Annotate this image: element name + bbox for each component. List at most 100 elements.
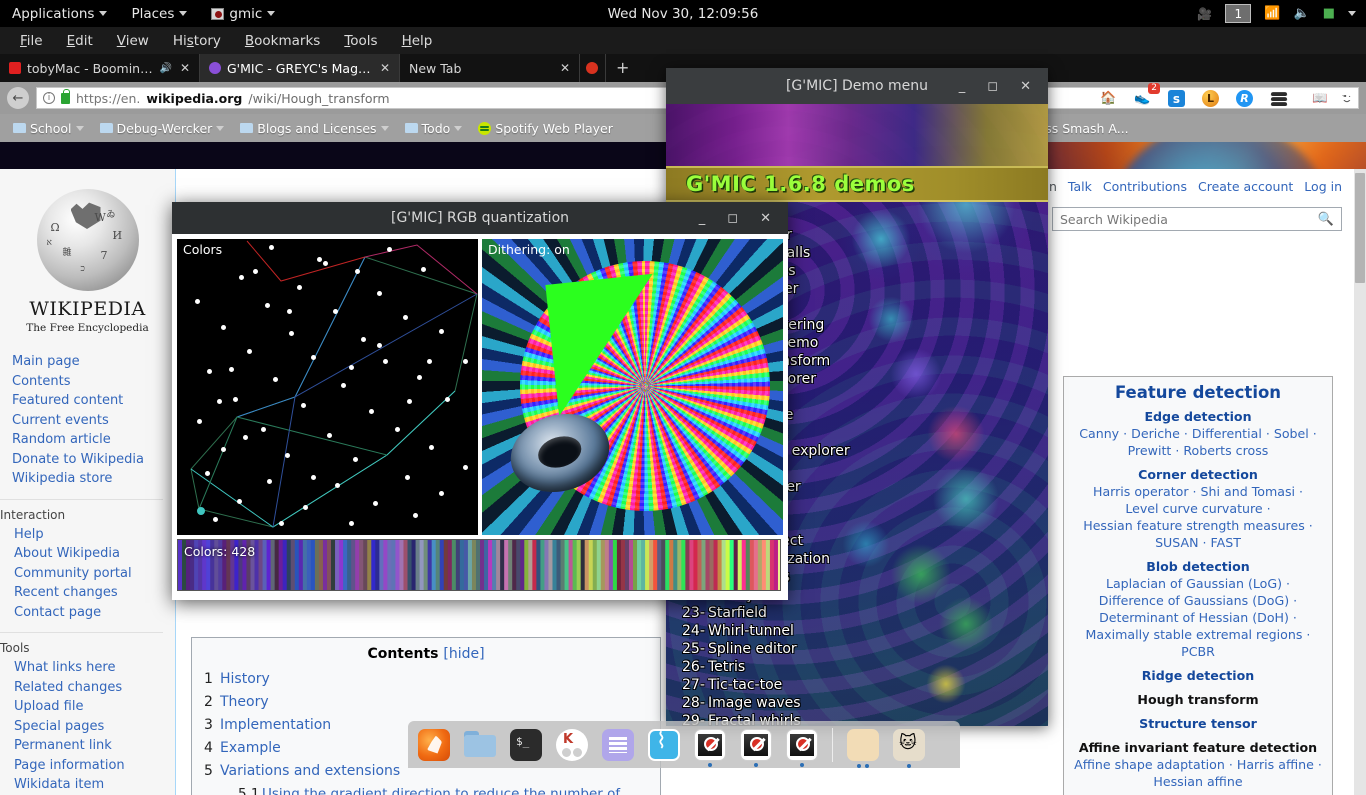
manila-folder-icon[interactable] xyxy=(847,728,879,768)
blocked-window-icon-1[interactable] xyxy=(694,728,726,767)
bookmark-school[interactable]: School xyxy=(6,118,91,139)
sidebar-item-page-information[interactable]: Page information xyxy=(14,756,175,776)
info-icon[interactable]: i xyxy=(43,92,55,104)
tab-close-icon[interactable]: ✕ xyxy=(178,61,190,75)
infobox-heading-blob-detection[interactable]: Blob detection xyxy=(1072,558,1324,575)
gmic-demo-item[interactable]: 28- Image waves xyxy=(682,694,1042,712)
sidebar-item-random-article[interactable]: Random article xyxy=(12,430,175,450)
toc-label[interactable]: History xyxy=(220,671,270,687)
firefox-icon[interactable] xyxy=(418,728,450,761)
gimp-icon[interactable] xyxy=(893,728,925,768)
speaker-icon[interactable]: 🔊 xyxy=(159,63,171,74)
search-icon[interactable]: 🔍 xyxy=(1318,212,1334,227)
infobox-row[interactable]: Harris operator · Shi and Tomasi · xyxy=(1072,483,1324,500)
grammarly-icon[interactable]: R xyxy=(1235,89,1254,108)
blocked-window-icon-3[interactable] xyxy=(786,728,818,767)
sidebar-item-about-wikipedia[interactable]: About Wikipedia xyxy=(14,544,175,564)
userbar-log-in[interactable]: Log in xyxy=(1304,179,1342,194)
sidebar-item-wikidata-item[interactable]: Wikidata item xyxy=(14,775,175,795)
krita-icon[interactable] xyxy=(556,728,588,761)
infobox-row[interactable]: Affine shape adaptation · Harris affine … xyxy=(1072,756,1324,773)
toc-label[interactable]: Theory xyxy=(220,694,269,710)
toc-hide-link[interactable]: [hide] xyxy=(443,646,484,662)
maximize-button[interactable]: ◻ xyxy=(987,79,998,94)
terminal-icon[interactable] xyxy=(510,728,542,761)
tab-close-icon[interactable]: ✕ xyxy=(378,61,390,75)
gmic-rgb-quantization-window[interactable]: [G'MIC] RGB quantization _ ◻ ✕ Colors Di… xyxy=(172,202,788,600)
video-camera-icon[interactable]: 🎥 xyxy=(1197,7,1212,21)
gmic-demo-item[interactable]: 24- Whirl-tunnel xyxy=(682,622,1042,640)
places-menu[interactable]: Places xyxy=(119,0,199,27)
menu-help[interactable]: Help xyxy=(390,29,445,53)
toc-label[interactable]: Implementation xyxy=(220,717,331,733)
search-input[interactable]: Search Wikipedia 🔍 xyxy=(1052,207,1342,231)
infobox-row[interactable]: Canny · Deriche · Differential · Sobel · xyxy=(1072,425,1324,442)
sidebar-item-what-links-here[interactable]: What links here xyxy=(14,658,175,678)
system-monitor-icon[interactable] xyxy=(648,728,680,761)
text-editor-icon[interactable] xyxy=(602,728,634,761)
menu-history[interactable]: History xyxy=(161,29,233,53)
sidebar-item-upload-file[interactable]: Upload file xyxy=(14,697,175,717)
menu-bookmarks[interactable]: Bookmarks xyxy=(233,29,332,53)
battery-icon[interactable]: ■ xyxy=(1323,6,1335,21)
wikipedia-logo[interactable]: Ω W И ゐ 雜 7 א כ WIKIPEDIA The Free Encyc… xyxy=(0,189,175,334)
colors-scatter-panel[interactable]: Colors xyxy=(177,239,478,535)
menu-view[interactable]: View xyxy=(105,29,161,53)
minimize-button[interactable]: _ xyxy=(699,211,706,226)
sidebar-item-donate[interactable]: Donate to Wikipedia xyxy=(12,450,175,470)
menu-tools[interactable]: Tools xyxy=(332,29,389,53)
pocket-icon[interactable] xyxy=(1269,89,1288,108)
chevron-down-icon[interactable] xyxy=(1348,11,1356,16)
toc-item[interactable]: 2 Theory xyxy=(204,691,648,714)
sidebar-item-help[interactable]: Help xyxy=(14,525,175,545)
sidebar-item-contents[interactable]: Contents xyxy=(12,372,175,392)
infobox-row[interactable]: Maximally stable extremal regions · PCBR xyxy=(1072,626,1324,660)
new-tab-button[interactable]: + xyxy=(606,54,639,82)
extension-icon[interactable]: 👟 2 xyxy=(1133,83,1160,108)
toc-label[interactable]: Using the gradient direction to reduce t… xyxy=(238,786,620,795)
gmic-demo-titlebar[interactable]: [G'MIC] Demo menu _ ◻ ✕ xyxy=(666,68,1048,104)
infobox-row[interactable]: Level curve curvature · xyxy=(1072,500,1324,517)
blocked-window-icon-2[interactable] xyxy=(740,728,772,767)
userbar-talk[interactable]: Talk xyxy=(1068,179,1092,194)
back-icon[interactable]: ← xyxy=(7,87,29,109)
sidebar-item-main-page[interactable]: Main page xyxy=(12,352,175,372)
applications-menu[interactable]: Applications xyxy=(0,0,119,27)
sidebar-item-permanent-link[interactable]: Permanent link xyxy=(14,736,175,756)
infobox-heading-edge-detection[interactable]: Edge detection xyxy=(1072,408,1324,425)
infobox-row[interactable]: Laplacian of Gaussian (LoG) · xyxy=(1072,575,1324,592)
gmic-demo-item[interactable]: 25- Spline editor xyxy=(682,640,1042,658)
infobox-row[interactable]: Hessian feature strength measures · xyxy=(1072,517,1324,534)
minimize-button[interactable]: _ xyxy=(959,79,966,94)
volume-icon[interactable]: 🔈 xyxy=(1294,6,1310,21)
infobox-heading-ridge-detection[interactable]: Ridge detection xyxy=(1072,667,1324,684)
infobox-row[interactable]: SUSAN · FAST xyxy=(1072,534,1324,551)
files-icon[interactable] xyxy=(464,729,496,761)
gmic-demo-item[interactable]: 26- Tetris xyxy=(682,658,1042,676)
downloads-icon[interactable]: ⬇ xyxy=(1302,89,1323,108)
infobox-row[interactable]: Hessian affine xyxy=(1072,773,1324,790)
sidebar-item-current-events[interactable]: Current events xyxy=(12,411,175,431)
close-button[interactable]: ✕ xyxy=(760,211,771,226)
bookmark-todo[interactable]: Todo xyxy=(398,118,470,139)
menu-icon[interactable] xyxy=(1337,89,1356,108)
tab-new[interactable]: New Tab ✕ xyxy=(400,54,580,82)
userbar-contributions[interactable]: Contributions xyxy=(1103,179,1187,194)
infobox-row[interactable]: Prewitt · Roberts cross xyxy=(1072,442,1324,459)
home-icon[interactable]: 🏠 xyxy=(1099,89,1118,108)
dithering-preview-panel[interactable]: Dithering: on xyxy=(482,239,783,535)
sidebar-item-community-portal[interactable]: Community portal xyxy=(14,564,175,584)
sidebar-item-store[interactable]: Wikipedia store xyxy=(12,469,175,489)
menu-file[interactable]: File xyxy=(8,29,55,53)
tab-tobymac[interactable]: tobyMac - Boomin'... 🔊 ✕ xyxy=(0,54,200,82)
sidebar-item-recent-changes[interactable]: Recent changes xyxy=(14,583,175,603)
infobox-heading-structure-tensor[interactable]: Structure tensor xyxy=(1072,715,1324,732)
infobox-row[interactable]: Determinant of Hessian (DoH) · xyxy=(1072,609,1324,626)
sidebar-item-contact-page[interactable]: Contact page xyxy=(14,603,175,623)
color-palette-strip[interactable]: Colors: 428 xyxy=(177,539,781,591)
workspace-indicator[interactable]: 1 xyxy=(1225,4,1252,23)
page-scrollbar[interactable] xyxy=(1354,169,1366,795)
maximize-button[interactable]: ◻ xyxy=(727,211,738,226)
sidebar-item-featured-content[interactable]: Featured content xyxy=(12,391,175,411)
lastpass-icon[interactable]: L xyxy=(1201,89,1220,108)
